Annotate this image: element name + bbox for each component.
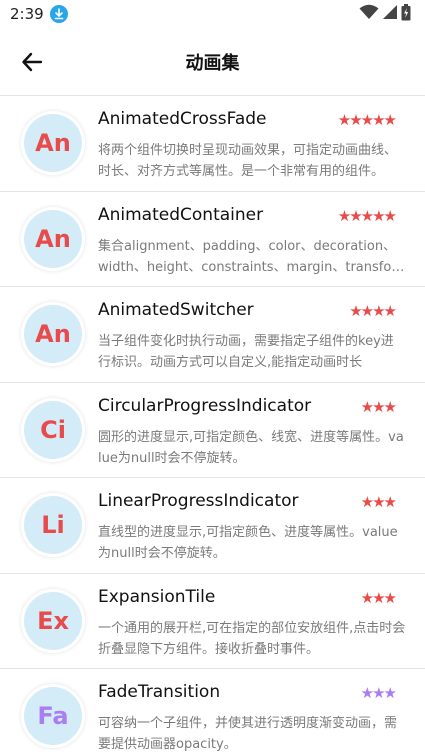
avatar: Fa [24, 687, 82, 745]
item-title: AnimatedCrossFade [98, 109, 267, 129]
item-description: 将两个组件切换时呈现动画效果，可指定动画曲线、时长、对齐方式等属性。是一个非常有… [98, 143, 398, 179]
avatar-abbr: Ci [40, 415, 66, 444]
item-description: 当子组件变化时执行动画，需要指定子组件的key进行标识。动画方式可以自定义,能指… [98, 334, 394, 370]
widget-list[interactable]: An AnimatedCrossFade ★★★★★ 将两个组件切换时呈现动画效… [0, 95, 425, 756]
avatar-abbr: Li [41, 511, 65, 539]
avatar-abbr: An [35, 129, 71, 157]
item-title: CircularProgressIndicator [98, 395, 312, 416]
item-title: ExpansionTile [98, 586, 216, 607]
wifi-icon [359, 4, 379, 24]
avatar: An [24, 209, 82, 268]
app-bar: 动画集 [0, 28, 425, 95]
item-description: 可容纳一个子组件，并使其进行透明度渐变动画，需要提供动画器opacity。 [98, 716, 398, 752]
status-icons [359, 3, 411, 25]
avatar-abbr: Fa [37, 702, 69, 730]
item-title: FadeTransition [98, 682, 221, 702]
avatar: Li [24, 496, 82, 554]
avatar: Ex [24, 591, 82, 650]
avatar-abbr: An [35, 320, 71, 348]
download-icon [49, 5, 68, 23]
signal-icon [382, 4, 398, 24]
status-time: 2:39 [10, 5, 44, 23]
item-title: LinearProgressIndicator [98, 491, 299, 511]
avatar: Ci [24, 400, 82, 459]
item-description: 一个通用的展开栏,可在指定的部位安放组件,点击时会折叠显隐下方组件。接收折叠时事… [98, 620, 406, 657]
list-item[interactable]: An AnimatedSwitcher ★★★★ 当子组件变化时执行动画，需要指… [0, 287, 425, 383]
list-item[interactable]: An AnimatedCrossFade ★★★★★ 将两个组件切换时呈现动画效… [0, 96, 425, 192]
list-item[interactable]: Ci CircularProgressIndicator ★★★ 圆形的进度显示… [0, 383, 425, 478]
list-item[interactable]: Ex ExpansionTile ★★★ 一个通用的展开栏,可在指定的部位安放组… [0, 574, 425, 669]
list-item[interactable]: An AnimatedContainer ★★★★★ 集合alignment、p… [0, 192, 425, 287]
star-rating: ★★★★ [349, 302, 397, 320]
item-description: 圆形的进度显示,可指定颜色、线宽、进度等属性。value为null时会不停旋转。 [98, 429, 404, 466]
item-title: AnimatedContainer [98, 204, 264, 225]
star-rating: ★★★ [360, 493, 397, 511]
list-item[interactable]: Fa FadeTransition ★★★ 可容纳一个子组件，并使其进行透明度渐… [0, 669, 425, 756]
star-rating: ★★★ [360, 397, 397, 416]
star-rating: ★★★ [360, 588, 397, 607]
star-rating: ★★★★★ [337, 206, 397, 225]
star-rating: ★★★ [360, 684, 397, 702]
list-item[interactable]: Li LinearProgressIndicator ★★★ 直线型的进度显示,… [0, 478, 425, 574]
item-description: 集合alignment、padding、color、decoration、wid… [98, 238, 397, 275]
status-bar: 2:39 [0, 0, 425, 28]
back-button[interactable] [14, 44, 50, 80]
avatar-abbr: An [35, 224, 71, 253]
page-title: 动画集 [185, 52, 240, 74]
arrow-back-icon [22, 52, 43, 72]
avatar-abbr: Ex [37, 606, 69, 635]
avatar: An [24, 114, 82, 172]
item-description: 直线型的进度显示,可指定颜色、进度等属性。value为null时会不停旋转。 [98, 525, 398, 561]
battery-icon [401, 3, 411, 25]
avatar: An [24, 305, 82, 363]
item-title: AnimatedSwitcher [98, 300, 254, 320]
star-rating: ★★★★★ [337, 111, 397, 129]
